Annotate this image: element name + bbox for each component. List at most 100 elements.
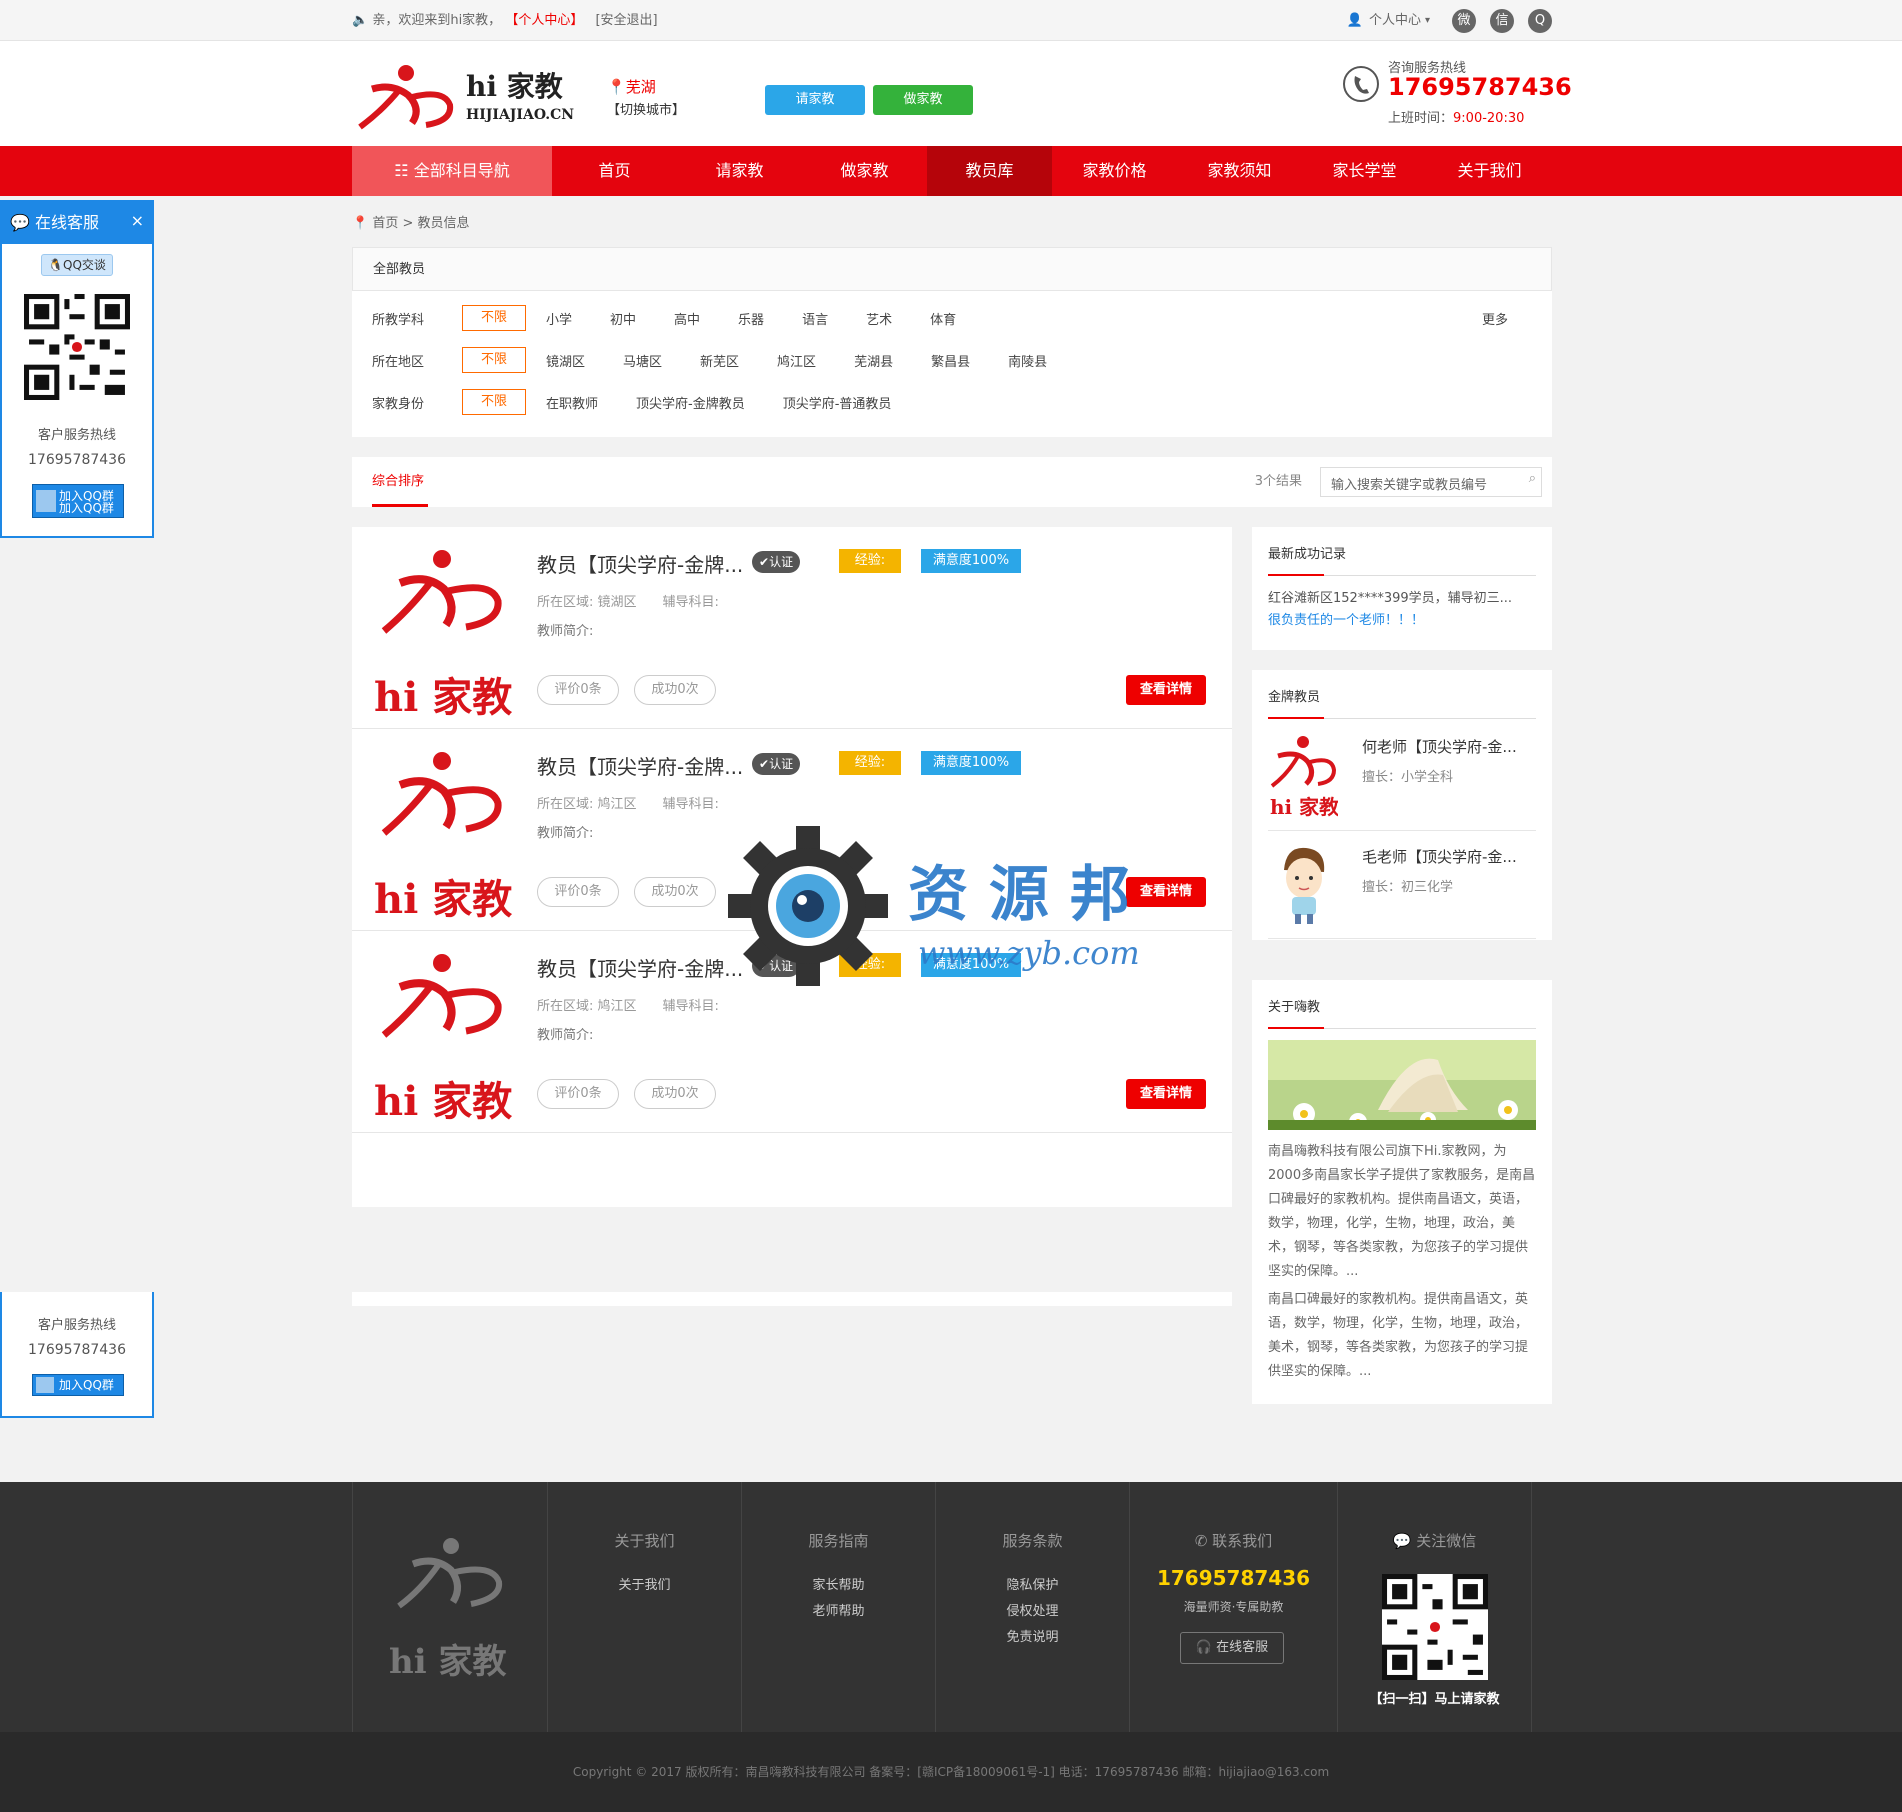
success-pill[interactable]: 成功0次 [634,1079,716,1109]
search-input[interactable]: 输入搜索关键字或教员编号 [1320,467,1542,497]
service-hotline-number: 17695787436 [28,1342,126,1358]
main-nav: ☷ 全部科目导航 首页 请家教 做家教 教员库 家教价格 家教须知 家长学堂 关… [0,146,1902,196]
hire-tutor-button[interactable]: 请家教 [765,85,865,115]
footer-link-privacy[interactable]: 隐私保护 [936,1574,1129,1593]
footer-online-service-button[interactable]: 🎧 在线客服 [1180,1632,1284,1664]
tab-overall-sort[interactable]: 综合排序 [372,457,428,507]
weibo-icon[interactable]: 微 [1452,8,1476,33]
reviews-pill[interactable]: 评价0条 [537,675,619,705]
svg-text:hi 家教: hi 家教 [1270,795,1338,819]
search-icon[interactable]: ⌕ [1529,471,1536,486]
city-selector[interactable]: 📍芜湖 【切换城市】 [607,76,685,118]
filter-option-unlimited[interactable]: 不限 [462,305,526,331]
filter-option[interactable]: 初中 [610,309,636,328]
qq-icon[interactable]: Q [1528,8,1552,33]
teacher-name[interactable]: 教员【顶尖学府-金牌... [537,751,743,780]
filter-option[interactable]: 小学 [546,309,572,328]
view-details-button[interactable]: 查看详情 [1126,675,1206,705]
book-flowers-image [1268,1040,1536,1130]
filter-option[interactable]: 在职教师 [546,393,598,412]
site-logo[interactable]: hi 家教 HIJIAJIAO.CN [352,59,575,133]
result-count: 3个结果 [1254,474,1302,489]
join-qq-group-button[interactable]: 加入QQ群 [32,1374,124,1396]
filter-option[interactable]: 镜湖区 [546,351,585,370]
certified-badge: ✔认证 [752,551,801,573]
footer-link-about[interactable]: 关于我们 [548,1574,741,1593]
breadcrumb-home[interactable]: 首页 [372,216,398,231]
filter-option[interactable]: 南陵县 [1008,351,1047,370]
success-pill[interactable]: 成功0次 [634,877,716,907]
footer-wechat-col: 💬 关注微信 【扫一扫】马上请家教 [1337,1482,1532,1732]
watermark-url: www.zyb.com [918,934,1140,972]
gold-teacher-name[interactable]: 何老师【顶尖学府-金... [1362,736,1517,757]
nav-price[interactable]: 家教价格 [1052,146,1177,196]
logo-domain: HIJIAJIAO.CN [466,107,575,123]
user-center-link[interactable]: 【个人中心】 [505,13,583,28]
nav-about[interactable]: 关于我们 [1427,146,1552,196]
list-bottom-strip [352,1292,1232,1306]
filter-option[interactable]: 体育 [930,309,956,328]
teacher-card[interactable]: hi 家教 教员【顶尖学府-金牌... ✔认证 经验: 满意度100% 所在区域: 镜湖区… [352,527,1232,729]
gold-teacher-specialty: 擅长：初三化学 [1362,880,1454,895]
filter-option[interactable]: 鸠江区 [777,351,816,370]
service-hotline-number: 17695787436 [28,452,126,468]
success-pill[interactable]: 成功0次 [634,675,716,705]
filter-more-link[interactable]: 更多 [1482,309,1508,328]
user-icon: 👤 [1346,13,1363,28]
join-qq-group-button[interactable]: 加入QQ群 加入QQ群 [32,484,124,518]
filter-option-unlimited[interactable]: 不限 [462,389,526,415]
filter-option[interactable]: 马塘区 [623,351,662,370]
filter-option[interactable]: 顶尖学府-金牌教员 [636,393,745,412]
nav-all-subjects[interactable]: ☷ 全部科目导航 [352,146,552,196]
nav-home[interactable]: 首页 [552,146,677,196]
nav-notice[interactable]: 家教须知 [1177,146,1302,196]
footer-link-teacher-help[interactable]: 老师帮助 [742,1600,935,1619]
teacher-photo[interactable]: hi 家教 [374,949,514,1125]
teacher-photo[interactable]: hi 家教 [374,747,514,923]
nav-tutor[interactable]: 做家教 [802,146,927,196]
nav-parent-school[interactable]: 家长学堂 [1302,146,1427,196]
filter-option[interactable]: 艺术 [866,309,892,328]
switch-city-link[interactable]: 【切换城市】 [607,99,685,118]
close-icon[interactable]: × [131,200,144,242]
header: hi 家教 HIJIAJIAO.CN 📍芜湖 【切换城市】 请家教 做家教 咨询… [0,41,1902,146]
view-details-button[interactable]: 查看详情 [1126,1079,1206,1109]
filter-option[interactable]: 繁昌县 [931,351,970,370]
filter-option[interactable]: 芜湖县 [854,351,893,370]
reviews-pill[interactable]: 评价0条 [537,877,619,907]
latest-record-quote[interactable]: 很负责任的一个老师！！！ [1268,609,1424,628]
wechat-icon[interactable]: 信 [1490,8,1514,33]
filter-label: 所教学科 [372,312,425,328]
certified-badge: ✔认证 [752,753,801,775]
filter-option[interactable]: 乐器 [738,309,764,328]
wechat-qr-code [1382,1574,1488,1680]
nav-teacher-library[interactable]: 教员库 [927,146,1052,196]
footer-link-infringement[interactable]: 侵权处理 [936,1600,1129,1619]
check-icon: ✔ [759,555,770,569]
teacher-photo[interactable]: hi 家教 [374,545,514,721]
footer-col-title: 💬 关注微信 [1392,1532,1477,1550]
user-menu[interactable]: 个人中心 [1369,0,1421,41]
teacher-area: 所在区域: 鸠江区 辅导科目: [537,999,719,1014]
logout-link[interactable]: [安全退出] [595,13,657,28]
divider [1268,717,1536,719]
become-tutor-button[interactable]: 做家教 [873,85,973,115]
teacher-photo-logo-text: hi 家教 [374,876,513,923]
filter-label: 所在地区 [372,354,425,370]
filter-option[interactable]: 语言 [802,309,828,328]
qq-chat-button[interactable]: 🐧QQ交谈 [41,254,113,276]
teacher-name[interactable]: 教员【顶尖学府-金牌... [537,549,743,578]
filter-option-unlimited[interactable]: 不限 [462,347,526,373]
teacher-name[interactable]: 教员【顶尖学府-金牌... [537,953,743,982]
reviews-pill[interactable]: 评价0条 [537,1079,619,1109]
footer-link-parent-help[interactable]: 家长帮助 [742,1574,935,1593]
gold-teacher-avatar[interactable] [1276,842,1332,926]
nav-hire[interactable]: 请家教 [677,146,802,196]
filter-option[interactable]: 顶尖学府-普通教员 [783,393,892,412]
filter-option[interactable]: 新芜区 [700,351,739,370]
footer-link-disclaimer[interactable]: 免责说明 [936,1626,1129,1645]
gold-teacher-name[interactable]: 毛老师【顶尖学府-金... [1362,846,1517,867]
gold-teacher-avatar[interactable]: hi 家教 [1268,730,1340,820]
filter-option[interactable]: 高中 [674,309,700,328]
breadcrumb-current: 教员信息 [417,216,470,231]
